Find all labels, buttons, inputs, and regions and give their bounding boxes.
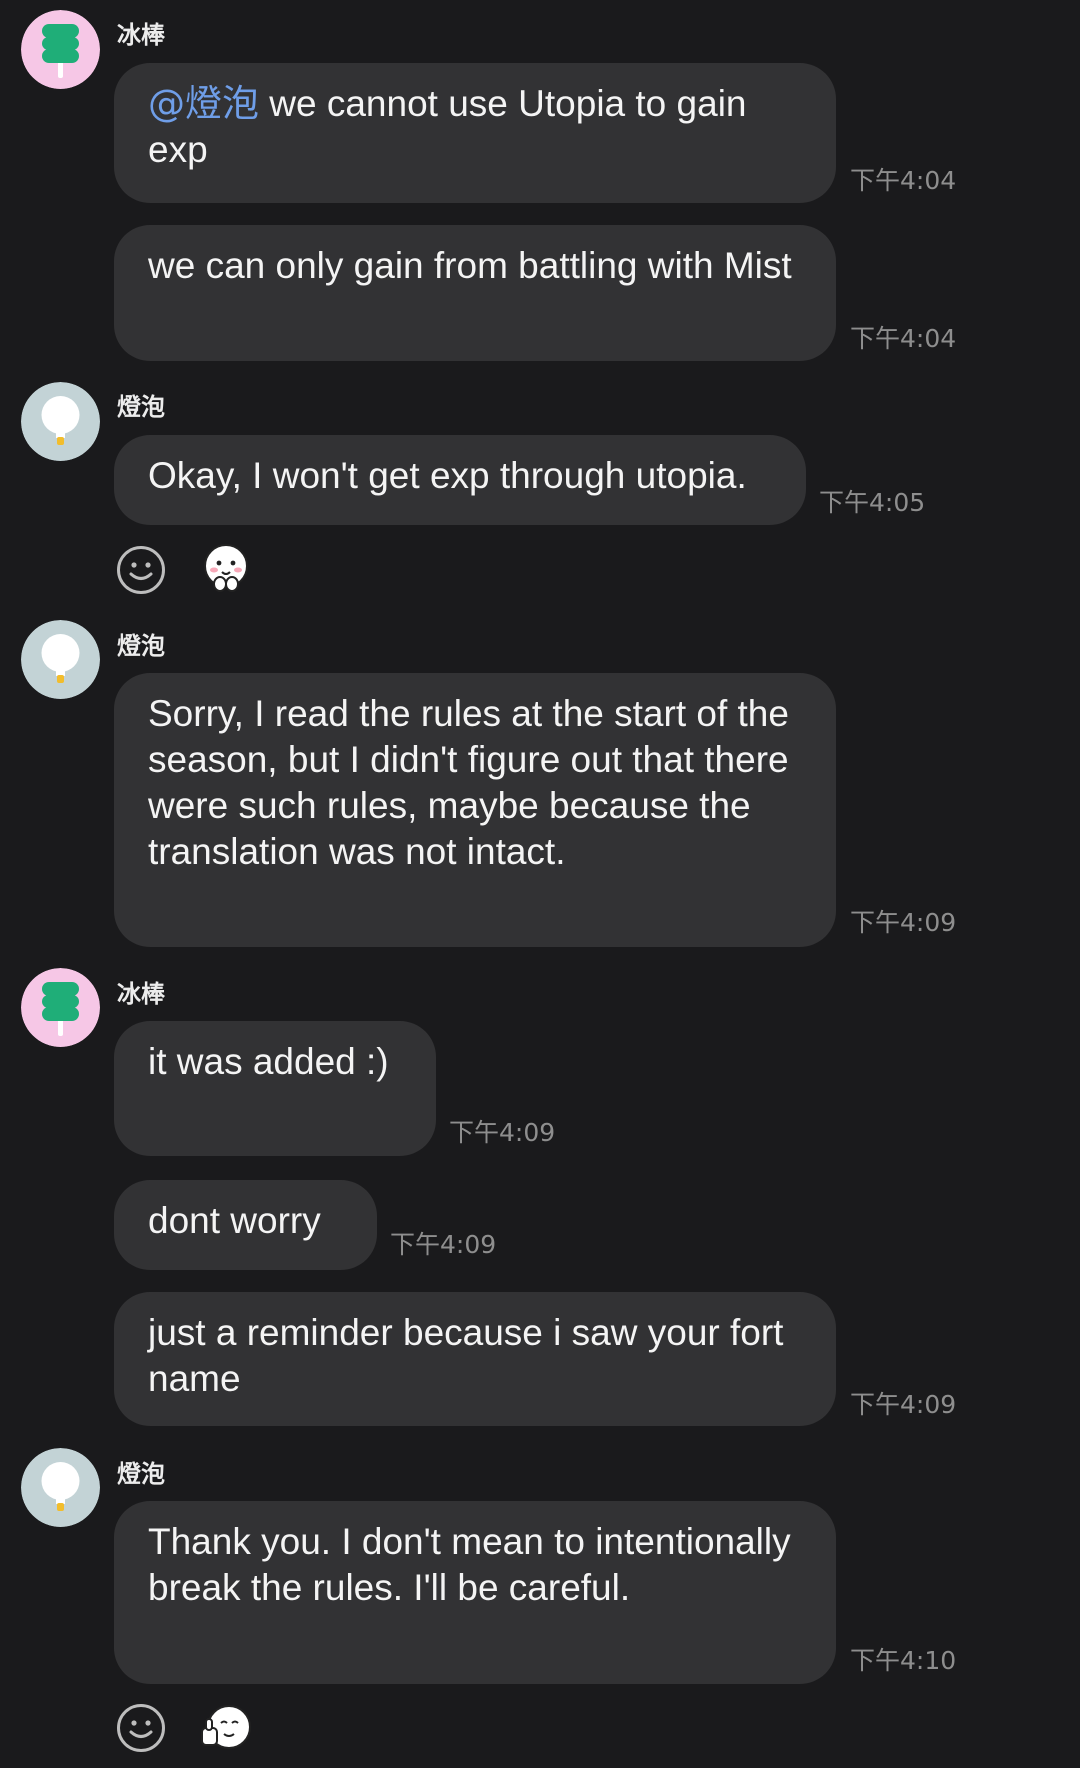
chat-thread: 冰棒 @燈泡 we cannot use Utopia to gain exp …	[0, 0, 1080, 1768]
sender-name-dengpao: 燈泡	[117, 393, 165, 421]
popsicle-avatar-icon	[21, 968, 100, 1047]
thumbs-up-face-sticker-icon	[201, 1705, 251, 1749]
message-text: Thank you. I don't mean to intentionally…	[148, 1521, 791, 1608]
sender-name-bingbang: 冰棒	[117, 21, 165, 49]
message-timestamp: 下午4:09	[850, 908, 957, 937]
message-text: we can only gain from battling with Mist	[148, 245, 792, 286]
avatar-dengpao[interactable]	[21, 620, 100, 699]
add-reaction-button[interactable]	[115, 544, 167, 596]
sender-name-dengpao: 燈泡	[117, 632, 165, 660]
message-timestamp: 下午4:05	[819, 488, 926, 517]
message-text: it was added :)	[148, 1041, 389, 1082]
message-bubble[interactable]: it was added :)	[114, 1021, 436, 1156]
shy-face-sticker-icon	[204, 544, 248, 592]
reaction-sticker[interactable]	[200, 543, 252, 595]
message-bubble[interactable]: @燈泡 we cannot use Utopia to gain exp	[114, 63, 836, 203]
message-text: just a reminder because i saw your fort …	[148, 1312, 784, 1399]
message-bubble[interactable]: we can only gain from battling with Mist	[114, 225, 836, 361]
lightbulb-avatar-icon	[21, 382, 100, 461]
mention-link[interactable]: @燈泡	[148, 82, 259, 125]
message-timestamp: 下午4:04	[850, 324, 957, 353]
message-timestamp: 下午4:09	[390, 1230, 497, 1259]
message-text: dont worry	[148, 1200, 321, 1241]
lightbulb-avatar-icon	[21, 1448, 100, 1527]
message-text: Sorry, I read the rules at the start of …	[148, 693, 789, 872]
message-bubble[interactable]: just a reminder because i saw your fort …	[114, 1292, 836, 1426]
lightbulb-avatar-icon	[21, 620, 100, 699]
message-bubble[interactable]: Okay, I won't get exp through utopia.	[114, 435, 806, 525]
message-text: Okay, I won't get exp through utopia.	[148, 455, 747, 496]
add-reaction-button[interactable]	[115, 1702, 167, 1754]
message-timestamp: 下午4:09	[449, 1118, 556, 1147]
message-timestamp: 下午4:09	[850, 1390, 957, 1419]
smiley-outline-icon	[117, 546, 165, 594]
avatar-dengpao[interactable]	[21, 1448, 100, 1527]
popsicle-avatar-icon	[21, 10, 100, 89]
message-bubble[interactable]: Thank you. I don't mean to intentionally…	[114, 1501, 836, 1684]
message-timestamp: 下午4:04	[850, 166, 957, 195]
sender-name-dengpao: 燈泡	[117, 1460, 165, 1488]
smiley-outline-icon	[117, 1704, 165, 1752]
avatar-dengpao[interactable]	[21, 382, 100, 461]
message-bubble[interactable]: dont worry	[114, 1180, 377, 1270]
sender-name-bingbang: 冰棒	[117, 980, 165, 1008]
message-bubble[interactable]: Sorry, I read the rules at the start of …	[114, 673, 836, 947]
reaction-sticker[interactable]	[198, 1702, 251, 1754]
avatar-bingbang[interactable]	[21, 10, 100, 89]
avatar-bingbang[interactable]	[21, 968, 100, 1047]
message-timestamp: 下午4:10	[850, 1646, 957, 1675]
